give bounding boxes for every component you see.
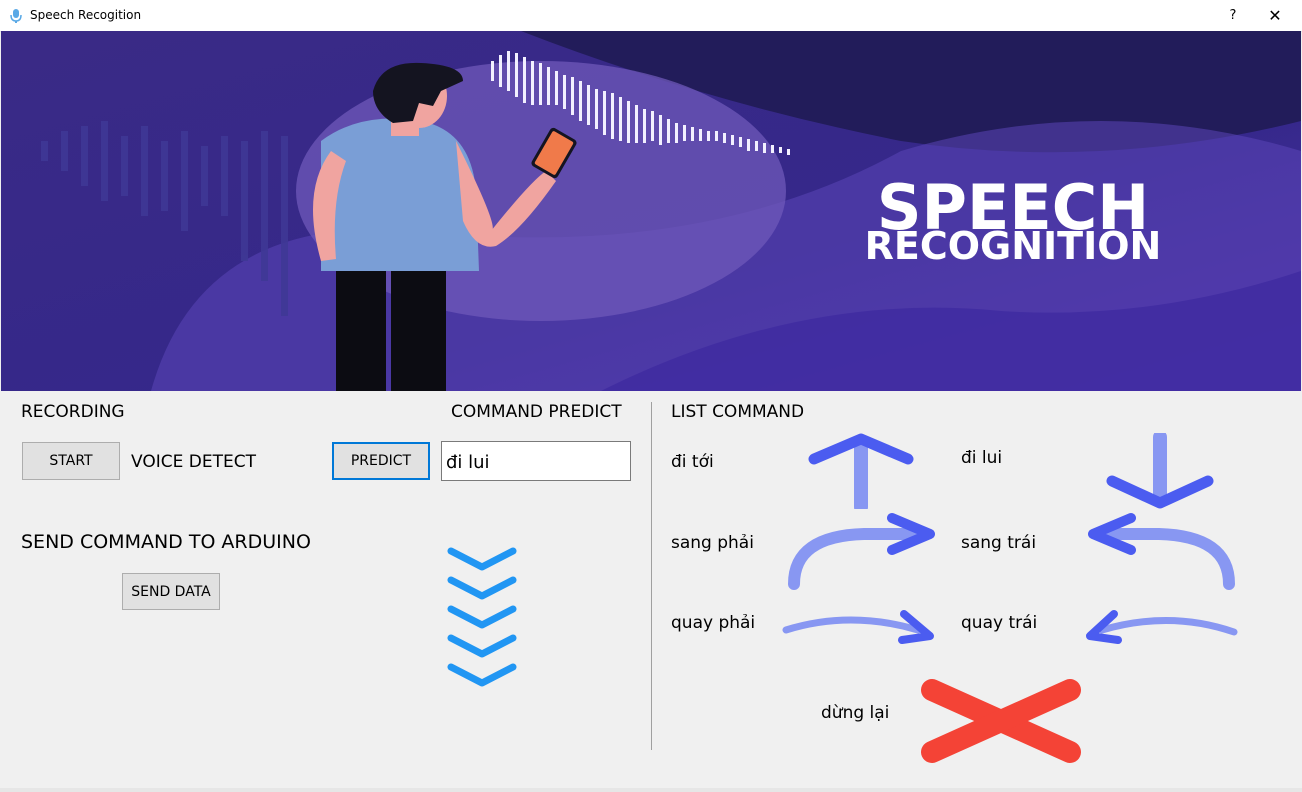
chevron-down-icon: [447, 547, 517, 687]
predict-button[interactable]: PREDICT: [332, 442, 430, 480]
arrow-turn-left-icon: [1086, 610, 1238, 644]
command-backward-label: đi lui: [961, 448, 1003, 468]
command-stop-label: dừng lại: [821, 703, 890, 723]
command-predict-heading: COMMAND PREDICT: [451, 402, 622, 422]
arrow-curve-left-icon: [1088, 513, 1235, 590]
command-right-label: sang phải: [671, 533, 754, 553]
banner-title-line2: RECOGNITION: [865, 224, 1162, 268]
stop-x-icon: [921, 679, 1081, 763]
command-turn-right-label: quay phải: [671, 613, 756, 633]
predict-result-field[interactable]: đi lui: [441, 441, 631, 481]
start-button[interactable]: START: [22, 442, 120, 480]
list-command-heading: LIST COMMAND: [671, 402, 805, 422]
close-button[interactable]: ✕: [1260, 4, 1290, 28]
window-title: Speech Recogition: [30, 8, 142, 22]
command-turn-left-label: quay trái: [961, 613, 1038, 633]
arrow-turn-right-icon: [782, 610, 934, 644]
banner-image: SPEECH RECOGNITION: [1, 31, 1301, 391]
arrow-up-icon: [808, 433, 914, 509]
help-button[interactable]: ?: [1218, 4, 1248, 28]
panel-divider: [651, 402, 652, 750]
arrow-down-icon: [1106, 433, 1214, 509]
window-titlebar: Speech Recogition ? ✕: [0, 0, 1302, 32]
status-strip: [0, 788, 1302, 792]
voice-detect-label: VOICE DETECT: [131, 452, 256, 472]
arrow-curve-right-icon: [788, 513, 935, 590]
microphone-icon: [10, 9, 22, 23]
command-left-label: sang trái: [961, 533, 1037, 553]
recording-heading: RECORDING: [21, 402, 125, 422]
command-forward-label: đi tới: [671, 452, 714, 472]
send-command-heading: SEND COMMAND TO ARDUINO: [21, 531, 311, 553]
send-data-button[interactable]: SEND DATA: [122, 573, 220, 610]
